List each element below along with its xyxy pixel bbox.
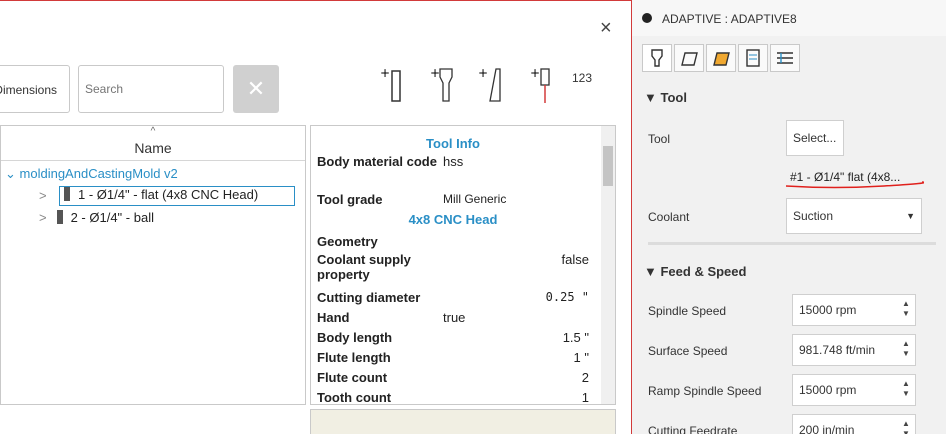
chevron-down-icon[interactable]: ⌄	[5, 166, 16, 181]
tool-label: Tool	[648, 132, 671, 146]
spinner-arrows-icon[interactable]: ▲ ▼	[901, 339, 911, 359]
spindle-speed-input[interactable]: 15000 rpm ▲ ▼	[792, 294, 916, 326]
numbering-button[interactable]: 123	[572, 71, 592, 85]
cutting-feedrate-input[interactable]: 200 in/min ▲ ▼	[792, 414, 916, 434]
add-probe-icon[interactable]: +	[528, 63, 558, 111]
ballmill-icon	[56, 210, 63, 224]
endmill-icon	[64, 187, 70, 201]
surface-speed-label: Surface Speed	[648, 344, 728, 358]
spindle-speed-label: Spindle Speed	[648, 304, 727, 318]
spinner-arrows-icon[interactable]: ▲ ▼	[901, 419, 911, 434]
tab-geometry[interactable]	[674, 44, 704, 72]
dimensions-button[interactable]: Dimensions	[0, 65, 70, 113]
cutting-feedrate-label: Cutting Feedrate	[648, 424, 738, 434]
info-row-geometry: Geometry	[317, 234, 378, 249]
tab-heights[interactable]	[706, 44, 736, 72]
scrollbar-thumb[interactable]	[603, 146, 613, 186]
spinner-arrows-icon[interactable]: ▲ ▼	[901, 299, 911, 319]
tab-tool[interactable]	[642, 44, 672, 72]
info-row-cutting-diameter: Cutting diameter 0.25 "	[317, 290, 589, 305]
ramp-spindle-speed-label: Ramp Spindle Speed	[648, 384, 762, 398]
panel-title: ADAPTIVE : ADAPTIVE8	[662, 12, 797, 26]
ramp-spindle-speed-input[interactable]: 15000 rpm ▲ ▼	[792, 374, 916, 406]
passes-tab-icon	[746, 49, 760, 67]
info-row-tool-grade: Tool grade Mill Generic	[317, 192, 507, 207]
close-icon[interactable]: ×	[600, 17, 612, 40]
info-row-flute-count: Flute count 2	[317, 370, 589, 385]
linking-tab-icon	[777, 52, 793, 64]
section-divider	[648, 242, 936, 245]
tree-root-item[interactable]: ⌄ moldingAndCastingMold v2	[5, 166, 178, 182]
heights-tab-icon	[713, 52, 730, 66]
chevron-right-icon[interactable]: >	[39, 188, 47, 203]
name-column-header[interactable]: ^ Name	[1, 126, 305, 161]
info-row-coolant-supply: Coolant supply property false	[317, 252, 589, 282]
tool-info-title: Tool Info	[426, 136, 480, 151]
search-input[interactable]	[78, 65, 224, 113]
svg-text:+: +	[380, 66, 390, 80]
selected-tool-underline	[785, 181, 924, 189]
collapse-dot-icon[interactable]	[642, 13, 652, 23]
surface-speed-input[interactable]: 981.748 ft/min ▲ ▼	[792, 334, 916, 366]
dropdown-arrow-icon: ▼	[906, 211, 915, 221]
info-row-tooth-count: Tooth count 1	[317, 390, 589, 405]
sort-caret-icon: ^	[150, 126, 156, 137]
info-row-body-material: Body material code hss	[317, 154, 464, 169]
coolant-label: Coolant	[648, 210, 690, 224]
svg-text:+: +	[430, 66, 440, 80]
add-chamfer-icon[interactable]: +	[476, 63, 506, 111]
tool-info-panel: Tool Info Body material code hss Tool gr…	[310, 125, 616, 405]
clear-search-button[interactable]: ✕	[233, 65, 279, 113]
feed-speed-section-header[interactable]: ▼ Feed & Speed	[644, 264, 746, 279]
holder-title: 4x8 CNC Head	[408, 212, 498, 227]
svg-text:+: +	[478, 66, 488, 80]
tool-tree: ^ Name ⌄ moldingAndCastingMold v2 > 1 - …	[0, 125, 306, 405]
info-row-hand: Hand true	[317, 310, 466, 325]
tab-linking[interactable]	[770, 44, 800, 72]
svg-text:+: +	[530, 66, 540, 80]
coolant-select[interactable]: Suction ▼	[786, 198, 922, 234]
info-row-body-length: Body length 1.5 "	[317, 330, 589, 345]
tab-passes[interactable]	[738, 44, 768, 72]
add-holder-icon[interactable]: +	[428, 63, 458, 111]
tool-list-item[interactable]: 1 - Ø1/4" - flat (4x8 CNC Head)	[59, 186, 295, 206]
spinner-arrows-icon[interactable]: ▲ ▼	[901, 379, 911, 399]
tool-tab-icon	[651, 49, 663, 67]
tool-section-header[interactable]: ▼ Tool	[644, 90, 687, 105]
info-row-flute-length: Flute length 1 "	[317, 350, 589, 365]
tool-library-dialog: × Dimensions ✕ + + + + 123 ^ Name ⌄ mold…	[0, 0, 632, 434]
tool-list-item[interactable]: >2 - Ø1/4" - ball	[39, 210, 154, 230]
geometry-tab-icon	[681, 52, 698, 66]
panel-header: ADAPTIVE : ADAPTIVE8	[632, 0, 946, 36]
adaptive-panel: ADAPTIVE : ADAPTIVE8 ▼ Tool Tool Select.…	[632, 0, 946, 434]
select-tool-button[interactable]: Select...	[786, 120, 844, 156]
chevron-right-icon[interactable]: >	[39, 210, 47, 225]
add-endmill-icon[interactable]: +	[378, 63, 408, 111]
preview-area	[310, 409, 616, 434]
